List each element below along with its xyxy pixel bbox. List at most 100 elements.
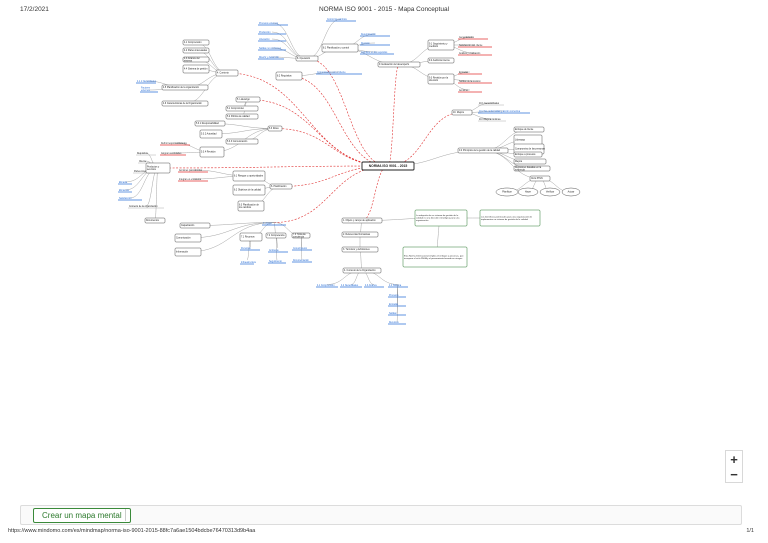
- topic-node[interactable]: Definir responsabilidades: [160, 142, 190, 146]
- topic-node[interactable]: 6.1 Riesgos y oportunidades: [232, 170, 266, 182]
- topic-node[interactable]: Análisis y evaluación: [458, 52, 492, 56]
- topic-node[interactable]: Personas: [240, 247, 260, 251]
- topic-node[interactable]: 5.3.4 Revisión: [199, 146, 225, 158]
- topic-node[interactable]: 6.2 Objetivos de la calidad: [232, 184, 266, 196]
- topic-node[interactable]: 4.2 Necesidades: [340, 285, 362, 288]
- topic-node[interactable]: 4. Contexto de la Organización: [342, 267, 382, 274]
- topic-node[interactable]: 5.3 Roles: [267, 125, 283, 132]
- topic-node[interactable]: 4.1 Comprensión: [182, 39, 210, 46]
- topic-node[interactable]: Documentación: [292, 259, 312, 263]
- topic-node[interactable]: Los beneficios potenciales para una orga…: [479, 209, 541, 227]
- topic-node[interactable]: 4.1 Comprensión: [316, 284, 338, 288]
- topic-node[interactable]: 4.6 Características de la Organización: [161, 100, 209, 107]
- topic-node[interactable]: Verificar: [539, 187, 561, 197]
- topic-node[interactable]: Entradas: [458, 71, 482, 75]
- topic-node[interactable]: 8. Operación: [295, 55, 319, 62]
- topic-node[interactable]: Comunicación con el cliente: [316, 71, 362, 75]
- topic-node[interactable]: Liberación: [258, 38, 286, 42]
- topic-node[interactable]: Producción: [258, 31, 286, 35]
- topic-node[interactable]: Salidas: [388, 313, 406, 316]
- topic-node[interactable]: Generalidades: [458, 36, 488, 40]
- topic-node[interactable]: Mejora: [513, 158, 547, 165]
- topic-node[interactable]: 7.2 Competencia: [265, 232, 287, 239]
- topic-node[interactable]: Eficacia: [118, 182, 132, 185]
- topic-node[interactable]: Salidas no conformes: [258, 47, 286, 51]
- topic-node[interactable]: 5.3.2 Autoridad: [199, 129, 223, 139]
- topic-node[interactable]: 5.3.3 Comunicación: [225, 138, 259, 145]
- topic-node[interactable]: 4.5 Planificación de la organización: [161, 84, 209, 91]
- topic-node[interactable]: Asignar autoridades: [160, 152, 186, 156]
- topic-node[interactable]: Entradas: [388, 303, 406, 307]
- topic-node[interactable]: Infraestructura: [240, 261, 257, 265]
- topic-node[interactable]: 9. Evaluación del desempeño: [377, 61, 421, 68]
- topic-node[interactable]: 5.1 Compromiso: [225, 105, 259, 112]
- topic-node[interactable]: Decisiones basadas en la evidencia: [513, 165, 551, 171]
- topic-node[interactable]: Ciclo PHVA: [529, 175, 551, 182]
- topic-node[interactable]: 4. Contexto: [215, 69, 239, 77]
- topic-node[interactable]: 6. Planificación: [269, 183, 293, 190]
- topic-node[interactable]: 8.1 Planificación y control: [321, 43, 359, 53]
- topic-node[interactable]: 9.3 Revisión por la dirección: [427, 73, 455, 85]
- topic-node[interactable]: 9.2 Auditoría interna: [427, 57, 455, 64]
- topic-node[interactable]: 6.3 Planificación de los cambios: [237, 200, 265, 212]
- topic-node[interactable]: 10. Mejora: [451, 109, 473, 116]
- topic-node[interactable]: Requisitos: [136, 152, 156, 156]
- topic-node[interactable]: Documentos: [144, 217, 166, 224]
- topic-node[interactable]: 7.1 Recursos: [239, 232, 263, 242]
- topic-node[interactable]: Revisión: [360, 43, 390, 46]
- topic-node[interactable]: 4.3 Alcance: [364, 284, 384, 288]
- create-mind-map-button[interactable]: Crear un mapa mental: [33, 508, 131, 523]
- topic-node[interactable]: 4.1.1 Necesidades: [136, 81, 157, 84]
- topic-node[interactable]: 5.3.1 Responsabilidad: [194, 120, 226, 127]
- topic-node[interactable]: Cambios en los requisitos: [360, 51, 394, 55]
- topic-node[interactable]: 2. Referencias Normativas: [341, 231, 379, 238]
- topic-node[interactable]: 4.3 Alcance del sistema: [182, 56, 210, 63]
- topic-node[interactable]: Eficiencia: [118, 190, 132, 193]
- topic-node[interactable]: Enfoque al cliente: [513, 126, 545, 133]
- topic-node[interactable]: Satisfacción del cliente: [458, 44, 492, 48]
- topic-node[interactable]: La adopción de un sistema de gestión de …: [414, 209, 468, 227]
- topic-node[interactable]: Contexto de la organización: [128, 205, 164, 209]
- topic-node[interactable]: Información: [174, 247, 202, 257]
- topic-node[interactable]: Ambiente: [268, 249, 288, 253]
- topic-node[interactable]: Satisfacción: [118, 197, 142, 201]
- topic-node[interactable]: Seguimiento: [268, 260, 286, 264]
- topic-node[interactable]: Diseño y desarrollo: [258, 56, 284, 60]
- topic-node[interactable]: Acciones: [458, 89, 482, 93]
- topic-node[interactable]: Actuar: [561, 187, 581, 197]
- topic-node[interactable]: 9.1 Seguimiento y medición: [427, 39, 455, 51]
- topic-node[interactable]: 4.4 Sistema: [388, 284, 408, 288]
- topic-node[interactable]: 0.2 Principios de la gestión de la calid…: [457, 147, 509, 154]
- topic-node[interactable]: Esta Norma Internacional emplea el enfoq…: [402, 246, 468, 268]
- mind-map-canvas[interactable]: NORMA ISO 9001 - 2015 4. Contexto 4.1 Comp…: [0, 0, 768, 543]
- topic-node[interactable]: Determinación: [360, 33, 390, 37]
- topic-node[interactable]: 4.4 Sistema de gestión: [182, 64, 210, 74]
- zoom-out-button[interactable]: −: [725, 466, 743, 483]
- topic-node[interactable]: Control de cambios: [326, 18, 356, 22]
- central-topic[interactable]: NORMA ISO 9001 - 2015: [361, 161, 415, 171]
- topic-node[interactable]: Procesos: [388, 294, 406, 298]
- topic-node[interactable]: 5.2 Política de calidad: [225, 113, 259, 120]
- topic-node[interactable]: Hacer: [517, 187, 539, 197]
- topic-node[interactable]: Recursos: [388, 321, 406, 325]
- topic-node[interactable]: Planificar: [495, 187, 519, 197]
- topic-node[interactable]: 7.3 Toma de conciencia: [291, 232, 311, 238]
- topic-node[interactable]: Enfoque a procesos: [513, 151, 543, 158]
- topic-node[interactable]: Comunicación: [174, 233, 202, 243]
- topic-node[interactable]: Conocimiento: [292, 247, 312, 251]
- topic-node[interactable]: 4.2 Partes interesadas: [182, 47, 210, 54]
- topic-node[interactable]: 10.1 Generalidades: [478, 102, 504, 106]
- topic-node[interactable]: Capacitación: [179, 222, 211, 229]
- topic-node[interactable]: Salidas de la revisión: [458, 80, 492, 84]
- topic-node[interactable]: 10.2 No conformidad y acción correctiva: [478, 110, 530, 114]
- topic-node[interactable]: Procesos externos: [258, 22, 288, 26]
- topic-node[interactable]: 1. Objeto y campo de aplicación: [341, 217, 383, 224]
- topic-node[interactable]: 10.3 Mejora continua: [478, 118, 506, 122]
- topic-node[interactable]: 8.2 Requisitos: [275, 71, 303, 81]
- topic-node[interactable]: Productos y servicios: [145, 162, 171, 174]
- topic-node[interactable]: Liderazgo: [513, 134, 543, 146]
- topic-node[interactable]: 3. Términos y definiciones: [341, 246, 379, 253]
- topic-node[interactable]: Factores externos: [140, 87, 158, 93]
- topic-node[interactable]: 5. Liderazgo: [235, 96, 261, 103]
- topic-node[interactable]: Acciones para abordar: [178, 169, 208, 173]
